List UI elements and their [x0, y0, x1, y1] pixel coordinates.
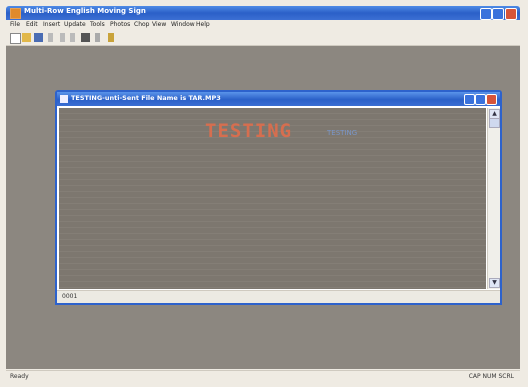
print-icon[interactable]	[81, 33, 90, 42]
document-maximize-button[interactable]	[475, 94, 486, 105]
document-status-bar: 0001	[57, 290, 500, 303]
status-bar: Ready CAP NUM SCRL	[6, 370, 520, 383]
document-title-bar[interactable]: TESTING-unti-Sent File Name is TAR.MP3	[57, 92, 500, 106]
menu-window[interactable]: Window	[171, 21, 195, 28]
new-file-icon[interactable]	[10, 33, 21, 44]
status-text: Ready	[10, 373, 29, 380]
vertical-scrollbar[interactable]: ▲ ▼	[487, 108, 500, 289]
document-title: TESTING-unti-Sent File Name is TAR.MP3	[71, 94, 221, 102]
status-indicators: CAP NUM SCRL	[468, 373, 514, 380]
menu-photos[interactable]: Photos	[110, 21, 130, 28]
cursor-position: 0001	[62, 293, 78, 300]
sign-preview-area[interactable]: TESTING TESTING	[59, 108, 486, 289]
paste-icon[interactable]	[70, 33, 75, 42]
desktop: Multi-Row English Moving Sign File Edit …	[0, 0, 528, 387]
scroll-down-arrow-icon[interactable]: ▼	[489, 278, 500, 288]
document-close-button[interactable]	[486, 94, 497, 105]
copy-icon[interactable]	[60, 33, 65, 42]
save-icon[interactable]	[34, 33, 43, 42]
minimize-button[interactable]	[480, 8, 492, 20]
open-folder-icon[interactable]	[22, 33, 31, 42]
app-title-bar[interactable]: Multi-Row English Moving Sign	[6, 6, 520, 20]
close-button[interactable]	[505, 8, 517, 20]
menu-help[interactable]: Help	[196, 21, 210, 28]
toolbar-separator	[95, 33, 100, 42]
document-icon	[60, 95, 68, 103]
toolbar	[6, 31, 520, 46]
menu-file[interactable]: File	[10, 21, 20, 28]
menu-update[interactable]: Update	[64, 21, 86, 28]
menu-bar: File Edit Insert Update Tools Photos Cho…	[6, 20, 520, 31]
sign-text: TESTING	[205, 120, 293, 142]
cut-icon[interactable]	[48, 33, 53, 42]
menu-view[interactable]: View	[152, 21, 166, 28]
menu-chop[interactable]: Chop	[134, 21, 149, 28]
menu-edit[interactable]: Edit	[26, 21, 38, 28]
maximize-button[interactable]	[492, 8, 504, 20]
scroll-thumb[interactable]	[489, 118, 500, 128]
document-window[interactable]: TESTING-unti-Sent File Name is TAR.MP3 T…	[55, 90, 502, 305]
help-icon[interactable]	[108, 33, 114, 42]
sign-tag: TESTING	[327, 129, 358, 137]
menu-tools[interactable]: Tools	[90, 21, 105, 28]
app-title: Multi-Row English Moving Sign	[24, 7, 146, 15]
menu-insert[interactable]: Insert	[43, 21, 60, 28]
app-icon	[10, 8, 21, 19]
document-minimize-button[interactable]	[464, 94, 475, 105]
